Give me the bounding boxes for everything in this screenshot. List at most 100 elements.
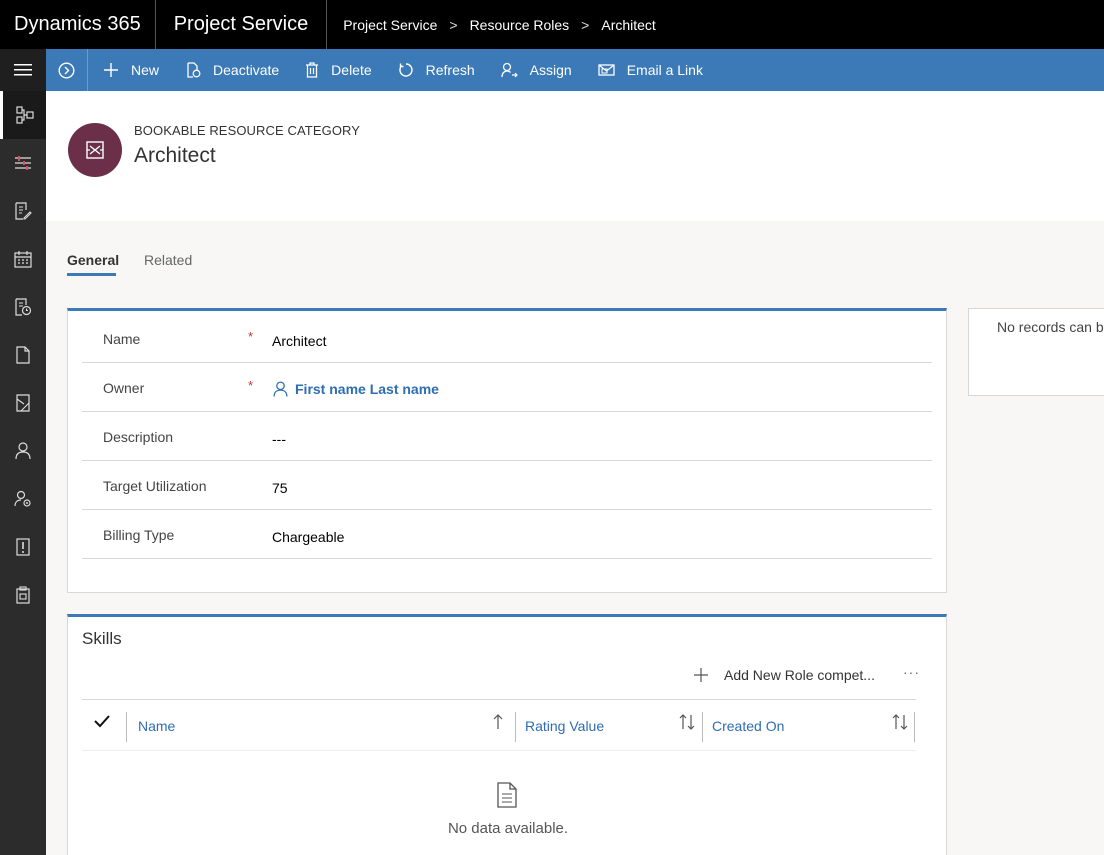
clipboard-icon <box>16 586 30 604</box>
email-a-link-button[interactable]: Email a Link <box>585 49 716 91</box>
general-form-section: Name * Architect Owner * First name Last… <box>67 308 947 593</box>
expand-nav-button[interactable] <box>46 49 88 91</box>
no-records-message: No records can b <box>997 319 1104 335</box>
person-icon <box>15 442 31 460</box>
description-field[interactable]: --- <box>272 431 286 447</box>
receipt-icon <box>16 394 30 412</box>
nav-item-calendar[interactable] <box>0 235 46 283</box>
empty-grid-message: No data available. <box>447 820 569 837</box>
column-divider <box>914 712 915 742</box>
delete-button-label: Delete <box>331 62 372 78</box>
nav-item-alerts[interactable] <box>0 523 46 571</box>
delete-button[interactable]: Delete <box>292 49 384 91</box>
deactivate-button-label: Deactivate <box>213 62 280 78</box>
app-name[interactable]: Dynamics 365 <box>0 0 156 49</box>
nav-item-resources-person[interactable] <box>0 427 46 475</box>
target-utilization-field[interactable]: 75 <box>272 480 288 496</box>
left-navigation <box>0 91 46 855</box>
column-divider <box>515 712 516 742</box>
related-records-panel: No records can b <box>968 308 1104 396</box>
module-name[interactable]: Project Service <box>156 0 328 49</box>
skills-subgrid: Skills Add New Role compet... ··· Name R… <box>67 614 947 855</box>
refresh-icon <box>398 62 414 78</box>
top-bar: Dynamics 365 Project Service Project Ser… <box>0 0 1104 49</box>
refresh-button[interactable]: Refresh <box>385 49 488 91</box>
command-bar: New Deactivate Delete Refresh Assign Ema… <box>0 49 1104 91</box>
deactivate-button[interactable]: Deactivate <box>172 49 292 91</box>
hamburger-menu-button[interactable] <box>0 49 46 91</box>
owner-name: First name Last name <box>295 380 439 397</box>
column-header-created-on[interactable]: Created On <box>712 700 784 752</box>
billing-type-label: Billing Type <box>103 527 175 543</box>
edit-document-icon <box>15 202 32 220</box>
assign-icon <box>501 62 518 78</box>
plus-icon <box>103 62 119 78</box>
chevron-right-icon: > <box>581 16 590 33</box>
email-a-link-button-label: Email a Link <box>626 62 703 78</box>
required-indicator: * <box>248 329 254 344</box>
calendar-icon <box>14 251 32 268</box>
chevron-circle-icon <box>58 61 75 79</box>
empty-document-icon <box>496 782 518 813</box>
nav-item-time-entries[interactable] <box>0 283 46 331</box>
nav-item-documents[interactable] <box>0 187 46 235</box>
target-utilization-label: Target Utilization <box>103 478 207 494</box>
sitemap-icon <box>15 106 34 124</box>
name-label: Name <box>103 331 141 347</box>
entity-type-label: BOOKABLE RESOURCE CATEGORY <box>134 123 361 138</box>
skills-section-title: Skills <box>82 629 122 648</box>
email-link-icon <box>598 63 615 77</box>
nav-item-resources[interactable] <box>0 139 46 187</box>
breadcrumb-item-project-service[interactable]: Project Service <box>343 17 437 33</box>
plus-icon <box>694 668 708 682</box>
column-header-name[interactable]: Name <box>138 700 175 752</box>
new-button-label: New <box>131 62 160 78</box>
breadcrumb-item-architect: Architect <box>601 16 656 33</box>
breadcrumb: Project Service > Resource Roles > Archi… <box>327 17 656 33</box>
tab-general[interactable]: General <box>67 252 119 268</box>
billing-type-field[interactable]: Chargeable <box>272 529 344 545</box>
person-gear-icon <box>14 490 31 507</box>
assign-button-label: Assign <box>529 62 572 78</box>
nav-item-expenses[interactable] <box>0 379 46 427</box>
record-header: BOOKABLE RESOURCE CATEGORY Architect <box>46 91 1104 221</box>
select-all-checkbox[interactable] <box>94 714 110 733</box>
field-row-name: Name * Architect <box>82 314 932 363</box>
nav-item-sitemap[interactable] <box>0 91 46 139</box>
nav-item-file[interactable] <box>0 331 46 379</box>
file-icon <box>16 346 30 364</box>
owner-lookup-link[interactable]: First name Last name <box>272 380 439 397</box>
name-field[interactable]: Architect <box>272 333 326 349</box>
nav-item-skills[interactable] <box>0 475 46 523</box>
owner-label: Owner <box>103 380 145 396</box>
resource-schedule-icon <box>15 156 31 170</box>
sort-toggle-icon[interactable] <box>679 714 695 734</box>
trash-icon <box>305 62 319 78</box>
refresh-button-label: Refresh <box>425 62 475 78</box>
field-row-owner: Owner * First name Last name <box>82 363 932 412</box>
entity-avatar <box>68 123 122 177</box>
checkmark-icon <box>94 715 110 728</box>
hamburger-icon <box>14 64 32 76</box>
chevron-right-icon: > <box>449 16 458 33</box>
sort-toggle-icon[interactable] <box>892 714 908 734</box>
required-indicator: * <box>248 378 254 393</box>
nav-item-roles[interactable] <box>0 571 46 619</box>
column-header-rating-value[interactable]: Rating Value <box>525 700 604 752</box>
more-commands-button[interactable]: ··· <box>903 664 920 680</box>
new-button[interactable]: New <box>90 49 172 91</box>
column-divider <box>126 712 127 742</box>
document-clock-icon <box>15 298 32 316</box>
deactivate-icon <box>185 62 201 78</box>
person-icon <box>272 380 289 397</box>
skills-grid-header: Name Rating Value Created On <box>82 699 916 751</box>
field-row-description: Description --- <box>82 412 932 461</box>
field-row-target-utilization: Target Utilization 75 <box>82 461 932 510</box>
description-label: Description <box>103 429 174 445</box>
breadcrumb-item-resource-roles[interactable]: Resource Roles <box>470 17 570 33</box>
tab-related[interactable]: Related <box>144 252 192 268</box>
bookable-resource-category-icon <box>86 141 104 159</box>
sort-ascending-icon[interactable] <box>493 714 503 734</box>
assign-button[interactable]: Assign <box>488 49 585 91</box>
add-new-role-competency-button[interactable]: Add New Role compet... <box>694 667 875 683</box>
